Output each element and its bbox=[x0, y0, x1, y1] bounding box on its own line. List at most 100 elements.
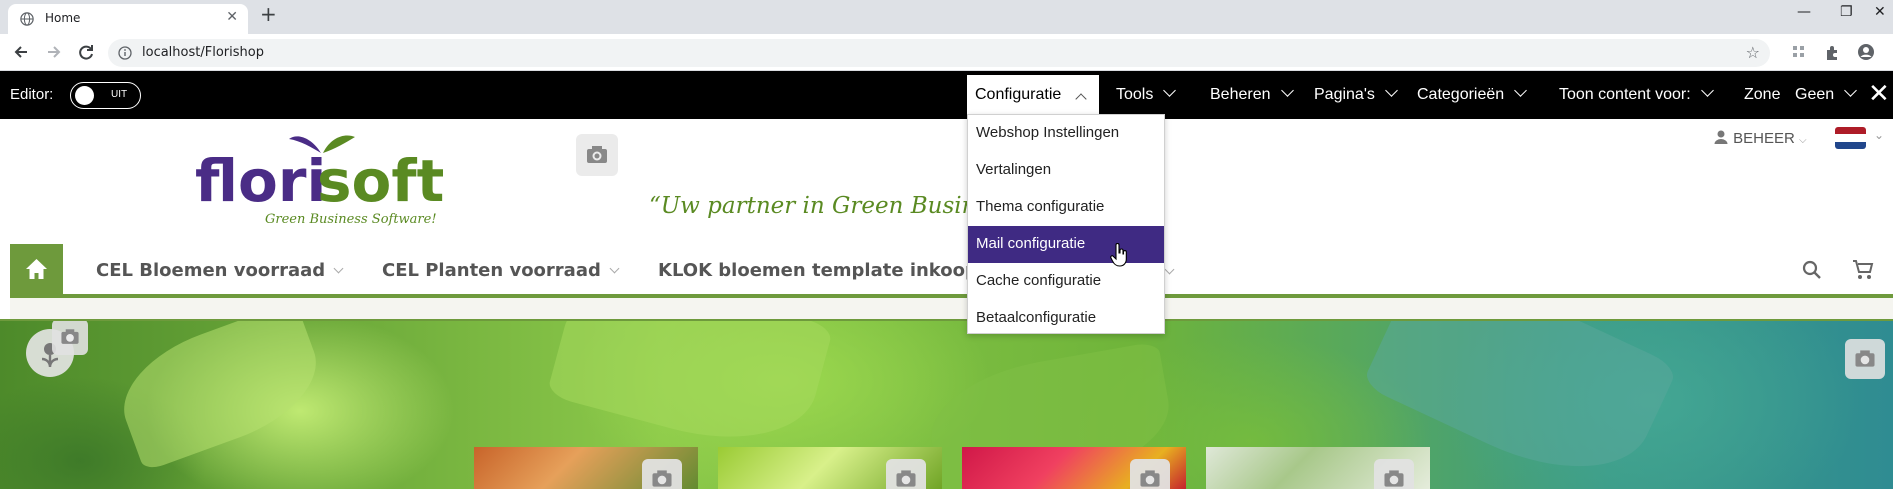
language-chevron-icon[interactable]: ⌄ bbox=[1874, 128, 1884, 142]
logo-subtitle: Green Business Software! bbox=[265, 212, 437, 227]
bookmark-star-icon[interactable]: ☆ bbox=[1746, 43, 1760, 62]
chevron-up-icon bbox=[1075, 93, 1087, 105]
configuratie-dropdown: Webshop Instellingen Vertalingen Thema c… bbox=[967, 114, 1165, 334]
camera-icon[interactable] bbox=[1845, 339, 1885, 379]
search-icon[interactable] bbox=[1801, 259, 1823, 281]
flag-stripe-red bbox=[1835, 127, 1866, 135]
dropdown-item-cache-configuratie[interactable]: Cache configuratie bbox=[968, 263, 1164, 300]
nav-label: CEL Bloemen voorraad bbox=[96, 260, 326, 281]
chevron-down-icon: ⌵ bbox=[1799, 134, 1807, 146]
florisoft-logo[interactable]: flori soft Green Business Software! bbox=[193, 133, 443, 233]
category-tile[interactable] bbox=[1206, 447, 1430, 489]
nav-item-cel-planten-voorraad[interactable]: CEL Planten voorraad bbox=[382, 260, 620, 281]
home-icon bbox=[26, 259, 47, 279]
forward-icon[interactable] bbox=[43, 41, 65, 63]
dropdown-item-betaalconfiguratie[interactable]: Betaalconfiguratie bbox=[968, 300, 1164, 337]
leaf-shape bbox=[546, 321, 834, 463]
menu-configuratie[interactable]: Configuratie bbox=[967, 75, 1099, 119]
toggle-knob bbox=[75, 86, 94, 105]
dropdown-item-webshop-instellingen[interactable]: Webshop Instellingen bbox=[968, 115, 1164, 152]
menu-beheren[interactable]: Beheren bbox=[1210, 84, 1294, 104]
tab-title: Home bbox=[45, 11, 81, 25]
chevron-down-icon bbox=[1163, 84, 1177, 97]
new-tab-icon[interactable]: + bbox=[260, 2, 277, 26]
hero-banner bbox=[0, 321, 1893, 489]
url-text: localhost/Florishop bbox=[142, 45, 264, 60]
logo-text-soft: soft bbox=[317, 147, 443, 215]
nl-flag-icon[interactable] bbox=[1835, 127, 1866, 149]
window-close-icon[interactable]: ✕ bbox=[1874, 4, 1886, 20]
camera-glyph bbox=[587, 146, 607, 163]
profile-icon[interactable] bbox=[1857, 43, 1875, 61]
info-icon[interactable] bbox=[118, 46, 132, 60]
camera-glyph bbox=[1855, 350, 1875, 367]
camera-glyph bbox=[1140, 470, 1160, 487]
minimize-icon[interactable]: — bbox=[1797, 4, 1811, 20]
menu-categorieen-label: Categorieën bbox=[1417, 86, 1505, 103]
menu-tools-label: Tools bbox=[1116, 86, 1154, 103]
menu-tools[interactable]: Tools bbox=[1116, 84, 1177, 104]
menu-toon-content-label: Toon content voor: bbox=[1559, 86, 1691, 103]
camera-glyph bbox=[652, 470, 672, 487]
camera-icon[interactable] bbox=[1374, 459, 1414, 489]
category-tile[interactable] bbox=[962, 447, 1186, 489]
chevron-down-icon bbox=[1385, 84, 1398, 97]
zone-label: Zone bbox=[1744, 86, 1781, 103]
dropdown-item-vertalingen[interactable]: Vertalingen bbox=[968, 152, 1164, 189]
dropdown-item-mail-configuratie[interactable]: Mail configuratie bbox=[968, 226, 1164, 263]
extension-grid-icon[interactable] bbox=[1790, 43, 1808, 61]
chevron-down-icon bbox=[609, 263, 620, 274]
camera-icon[interactable] bbox=[642, 459, 682, 489]
browser-tab[interactable]: Home ✕ bbox=[8, 4, 248, 34]
address-bar[interactable]: localhost/Florishop ☆ bbox=[108, 39, 1770, 67]
editor-toggle[interactable]: UIT bbox=[70, 82, 141, 109]
browser-toolbar: localhost/Florishop ☆ bbox=[0, 34, 1893, 71]
editor-label: Editor: bbox=[10, 86, 54, 103]
chevron-down-icon bbox=[1164, 264, 1175, 275]
dropdown-item-thema-configuratie[interactable]: Thema configuratie bbox=[968, 189, 1164, 226]
camera-glyph bbox=[61, 329, 79, 344]
cart-icon[interactable] bbox=[1851, 258, 1875, 282]
tagline: “Uw partner in Green Busin bbox=[649, 193, 977, 219]
nav-item-klok-bloemen-template-inkoop[interactable]: KLOK bloemen template inkoop bbox=[658, 260, 978, 281]
camera-icon[interactable] bbox=[886, 459, 926, 489]
reload-icon[interactable] bbox=[75, 41, 97, 63]
restore-icon[interactable]: ❐ bbox=[1840, 4, 1853, 20]
nav-label: KLOK bloemen template inkoop bbox=[658, 260, 978, 281]
home-button[interactable] bbox=[10, 244, 63, 296]
menu-categorieen[interactable]: Categorieën bbox=[1417, 84, 1528, 104]
menu-paginas[interactable]: Pagina's bbox=[1314, 84, 1398, 104]
category-tile[interactable] bbox=[474, 447, 698, 489]
editor-close-icon[interactable]: ✕ bbox=[1868, 81, 1890, 107]
flag-stripe-blue bbox=[1835, 141, 1866, 149]
user-menu-button[interactable]: BEHEER ⌵ bbox=[1713, 129, 1807, 149]
camera-glyph bbox=[896, 470, 916, 487]
menu-configuratie-label: Configuratie bbox=[975, 86, 1062, 103]
camera-icon[interactable] bbox=[576, 134, 618, 176]
menu-beheren-label: Beheren bbox=[1210, 86, 1271, 103]
menu-zone: Zone bbox=[1744, 86, 1780, 104]
nav-item-cel-bloemen-voorraad[interactable]: CEL Bloemen voorraad bbox=[96, 260, 344, 281]
sub-navigation-bar bbox=[10, 298, 1893, 320]
toggle-label: UIT bbox=[111, 89, 128, 100]
user-icon bbox=[1713, 129, 1729, 149]
menu-paginas-label: Pagina's bbox=[1314, 86, 1375, 103]
chevron-down-icon bbox=[1514, 84, 1528, 97]
globe-icon bbox=[20, 12, 34, 26]
logo-text-flori: flori bbox=[195, 147, 326, 215]
camera-icon[interactable] bbox=[1130, 459, 1170, 489]
zone-value: Geen bbox=[1795, 86, 1835, 103]
tab-close-icon[interactable]: ✕ bbox=[226, 9, 238, 25]
zone-select[interactable]: Geen bbox=[1795, 84, 1858, 104]
hand-cursor-icon bbox=[1110, 243, 1127, 267]
chevron-down-icon bbox=[1700, 84, 1714, 97]
nav-label: CEL Planten voorraad bbox=[382, 260, 601, 281]
back-icon[interactable] bbox=[10, 41, 32, 63]
chevron-down-icon bbox=[333, 263, 344, 274]
main-navigation: CEL Bloemen voorraad CEL Planten voorraa… bbox=[0, 244, 1893, 296]
editor-bar: Editor: UIT Tools Beheren Pagina's Categ… bbox=[0, 71, 1893, 119]
category-tile[interactable] bbox=[718, 447, 942, 489]
camera-icon[interactable] bbox=[52, 321, 88, 355]
extensions-puzzle-icon[interactable] bbox=[1824, 43, 1842, 61]
menu-toon-content-voor[interactable]: Toon content voor: bbox=[1559, 84, 1714, 104]
